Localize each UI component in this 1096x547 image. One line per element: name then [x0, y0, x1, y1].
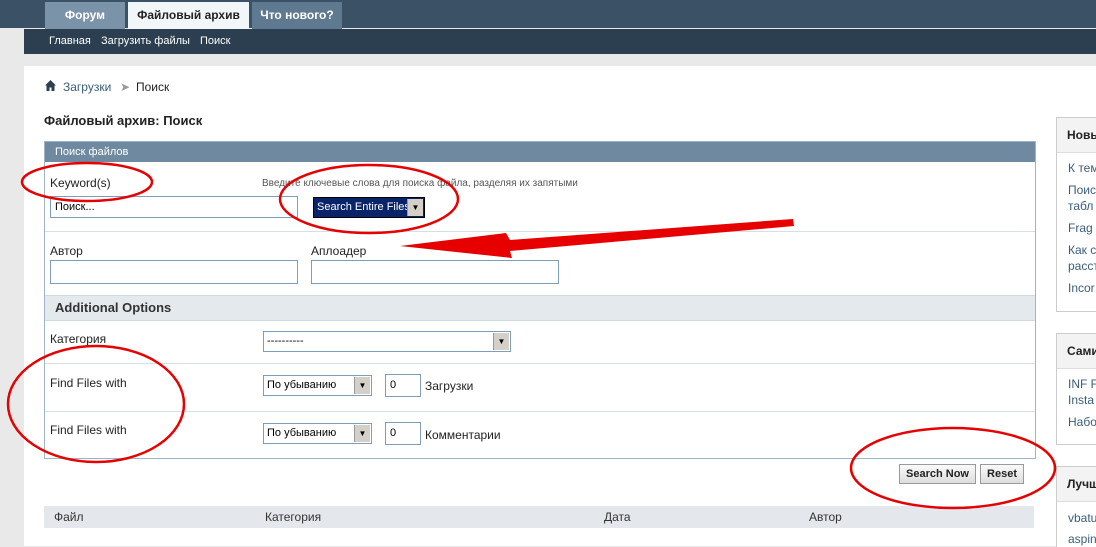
- tab-whats-new[interactable]: Что нового?: [252, 2, 342, 29]
- sidebar-item[interactable]: табл: [1068, 199, 1093, 213]
- tab-forum[interactable]: Форум: [45, 2, 125, 29]
- category-label: Категория: [50, 332, 107, 346]
- downloads-order-select[interactable]: По убыванию ▼: [263, 375, 372, 396]
- downloads-order-value: По убыванию: [267, 379, 337, 391]
- column-author[interactable]: Автор: [809, 510, 842, 524]
- comments-unit-label: Комментарии: [425, 428, 501, 442]
- search-now-button[interactable]: Search Now: [899, 464, 976, 484]
- sidebar-item[interactable]: Insta: [1068, 393, 1094, 407]
- sidebar-block-header: Новы: [1057, 118, 1096, 153]
- page-title: Файловый архив: Поиск: [44, 113, 203, 128]
- breadcrumb-separator-icon: ➤: [120, 80, 131, 94]
- author-label: Автор: [50, 244, 83, 258]
- tab-file-archive[interactable]: Файловый архив: [128, 2, 249, 29]
- results-table-header: Файл Категория Дата Автор: [44, 506, 1034, 528]
- chevron-down-icon[interactable]: ▼: [407, 199, 423, 216]
- search-files-panel: Поиск файлов Keyword(s) Введите ключевые…: [44, 141, 1036, 459]
- sidebar-block-title: Новы: [1067, 128, 1096, 142]
- sidebar-block-title: Лучш: [1067, 477, 1096, 491]
- column-date[interactable]: Дата: [604, 510, 631, 524]
- panel-title: Поиск файлов: [55, 146, 129, 158]
- sidebar-item[interactable]: INF F: [1068, 377, 1096, 391]
- subnav-search-link[interactable]: Поиск: [200, 35, 230, 47]
- sidebar-item[interactable]: vbatu: [1068, 511, 1096, 525]
- sidebar-block-new: Новы К тем Поис табл Frag Как с расст In…: [1056, 117, 1096, 312]
- author-input[interactable]: [50, 260, 298, 284]
- additional-options-header: Additional Options: [45, 295, 1035, 321]
- breadcrumb-current: Поиск: [136, 80, 170, 94]
- sidebar-item[interactable]: К тем: [1068, 161, 1096, 175]
- keywords-hint: Введите ключевые слова для поиска файла,…: [262, 178, 578, 189]
- subnav-home-link[interactable]: Главная: [49, 35, 91, 47]
- sidebar-item[interactable]: Как с: [1068, 243, 1096, 257]
- column-category[interactable]: Категория: [265, 510, 321, 524]
- search-scope-select[interactable]: Search Entire Files ▼: [313, 197, 425, 218]
- reset-button[interactable]: Reset: [980, 464, 1024, 484]
- sub-nav-bar: Главная Загрузить файлы Поиск: [24, 29, 1096, 54]
- row-divider: [45, 231, 1035, 232]
- comments-order-value: По убыванию: [267, 427, 337, 439]
- additional-options-title: Additional Options: [55, 300, 172, 315]
- sidebar-item[interactable]: расст: [1068, 259, 1096, 273]
- comments-filter-label: Find Files with: [50, 423, 127, 437]
- keywords-input[interactable]: Поиск...: [50, 196, 298, 218]
- sidebar-item[interactable]: Набо: [1068, 415, 1096, 429]
- comments-count-input[interactable]: 0: [385, 422, 421, 445]
- sidebar-item[interactable]: Frag: [1068, 221, 1093, 235]
- chevron-down-icon[interactable]: ▼: [354, 377, 370, 394]
- uploader-label: Аплоадер: [311, 244, 367, 258]
- row-divider: [45, 411, 1035, 412]
- category-select[interactable]: ---------- ▼: [263, 331, 511, 352]
- sidebar-item[interactable]: Incor: [1068, 281, 1095, 295]
- sidebar-item[interactable]: aspin: [1068, 532, 1096, 546]
- keywords-label: Keyword(s): [50, 176, 111, 190]
- breadcrumb-downloads-link[interactable]: Загрузки: [63, 80, 111, 94]
- subnav-upload-link[interactable]: Загрузить файлы: [101, 35, 190, 47]
- chevron-down-icon[interactable]: ▼: [493, 333, 509, 350]
- downloads-count-input[interactable]: 0: [385, 374, 421, 397]
- sidebar-block-header: Лучш: [1057, 467, 1096, 502]
- comments-order-select[interactable]: По убыванию ▼: [263, 423, 372, 444]
- search-scope-value: Search Entire Files: [317, 201, 410, 213]
- row-divider: [45, 363, 1035, 364]
- category-value: ----------: [267, 335, 304, 347]
- sidebar-block-header: Сами: [1057, 334, 1096, 369]
- sidebar-block-best: Лучш vbatu aspin: [1056, 466, 1096, 547]
- downloads-filter-label: Find Files with: [50, 376, 127, 390]
- column-file[interactable]: Файл: [54, 510, 84, 524]
- uploader-input[interactable]: [311, 260, 559, 284]
- sidebar-item[interactable]: Поис: [1068, 183, 1096, 197]
- sidebar-block-title: Сами: [1067, 344, 1096, 358]
- downloads-unit-label: Загрузки: [425, 379, 474, 393]
- panel-header: Поиск файлов: [45, 142, 1035, 162]
- chevron-down-icon[interactable]: ▼: [354, 425, 370, 442]
- home-icon[interactable]: [44, 79, 57, 92]
- sidebar-block-popular: Сами INF F Insta Набо: [1056, 333, 1096, 445]
